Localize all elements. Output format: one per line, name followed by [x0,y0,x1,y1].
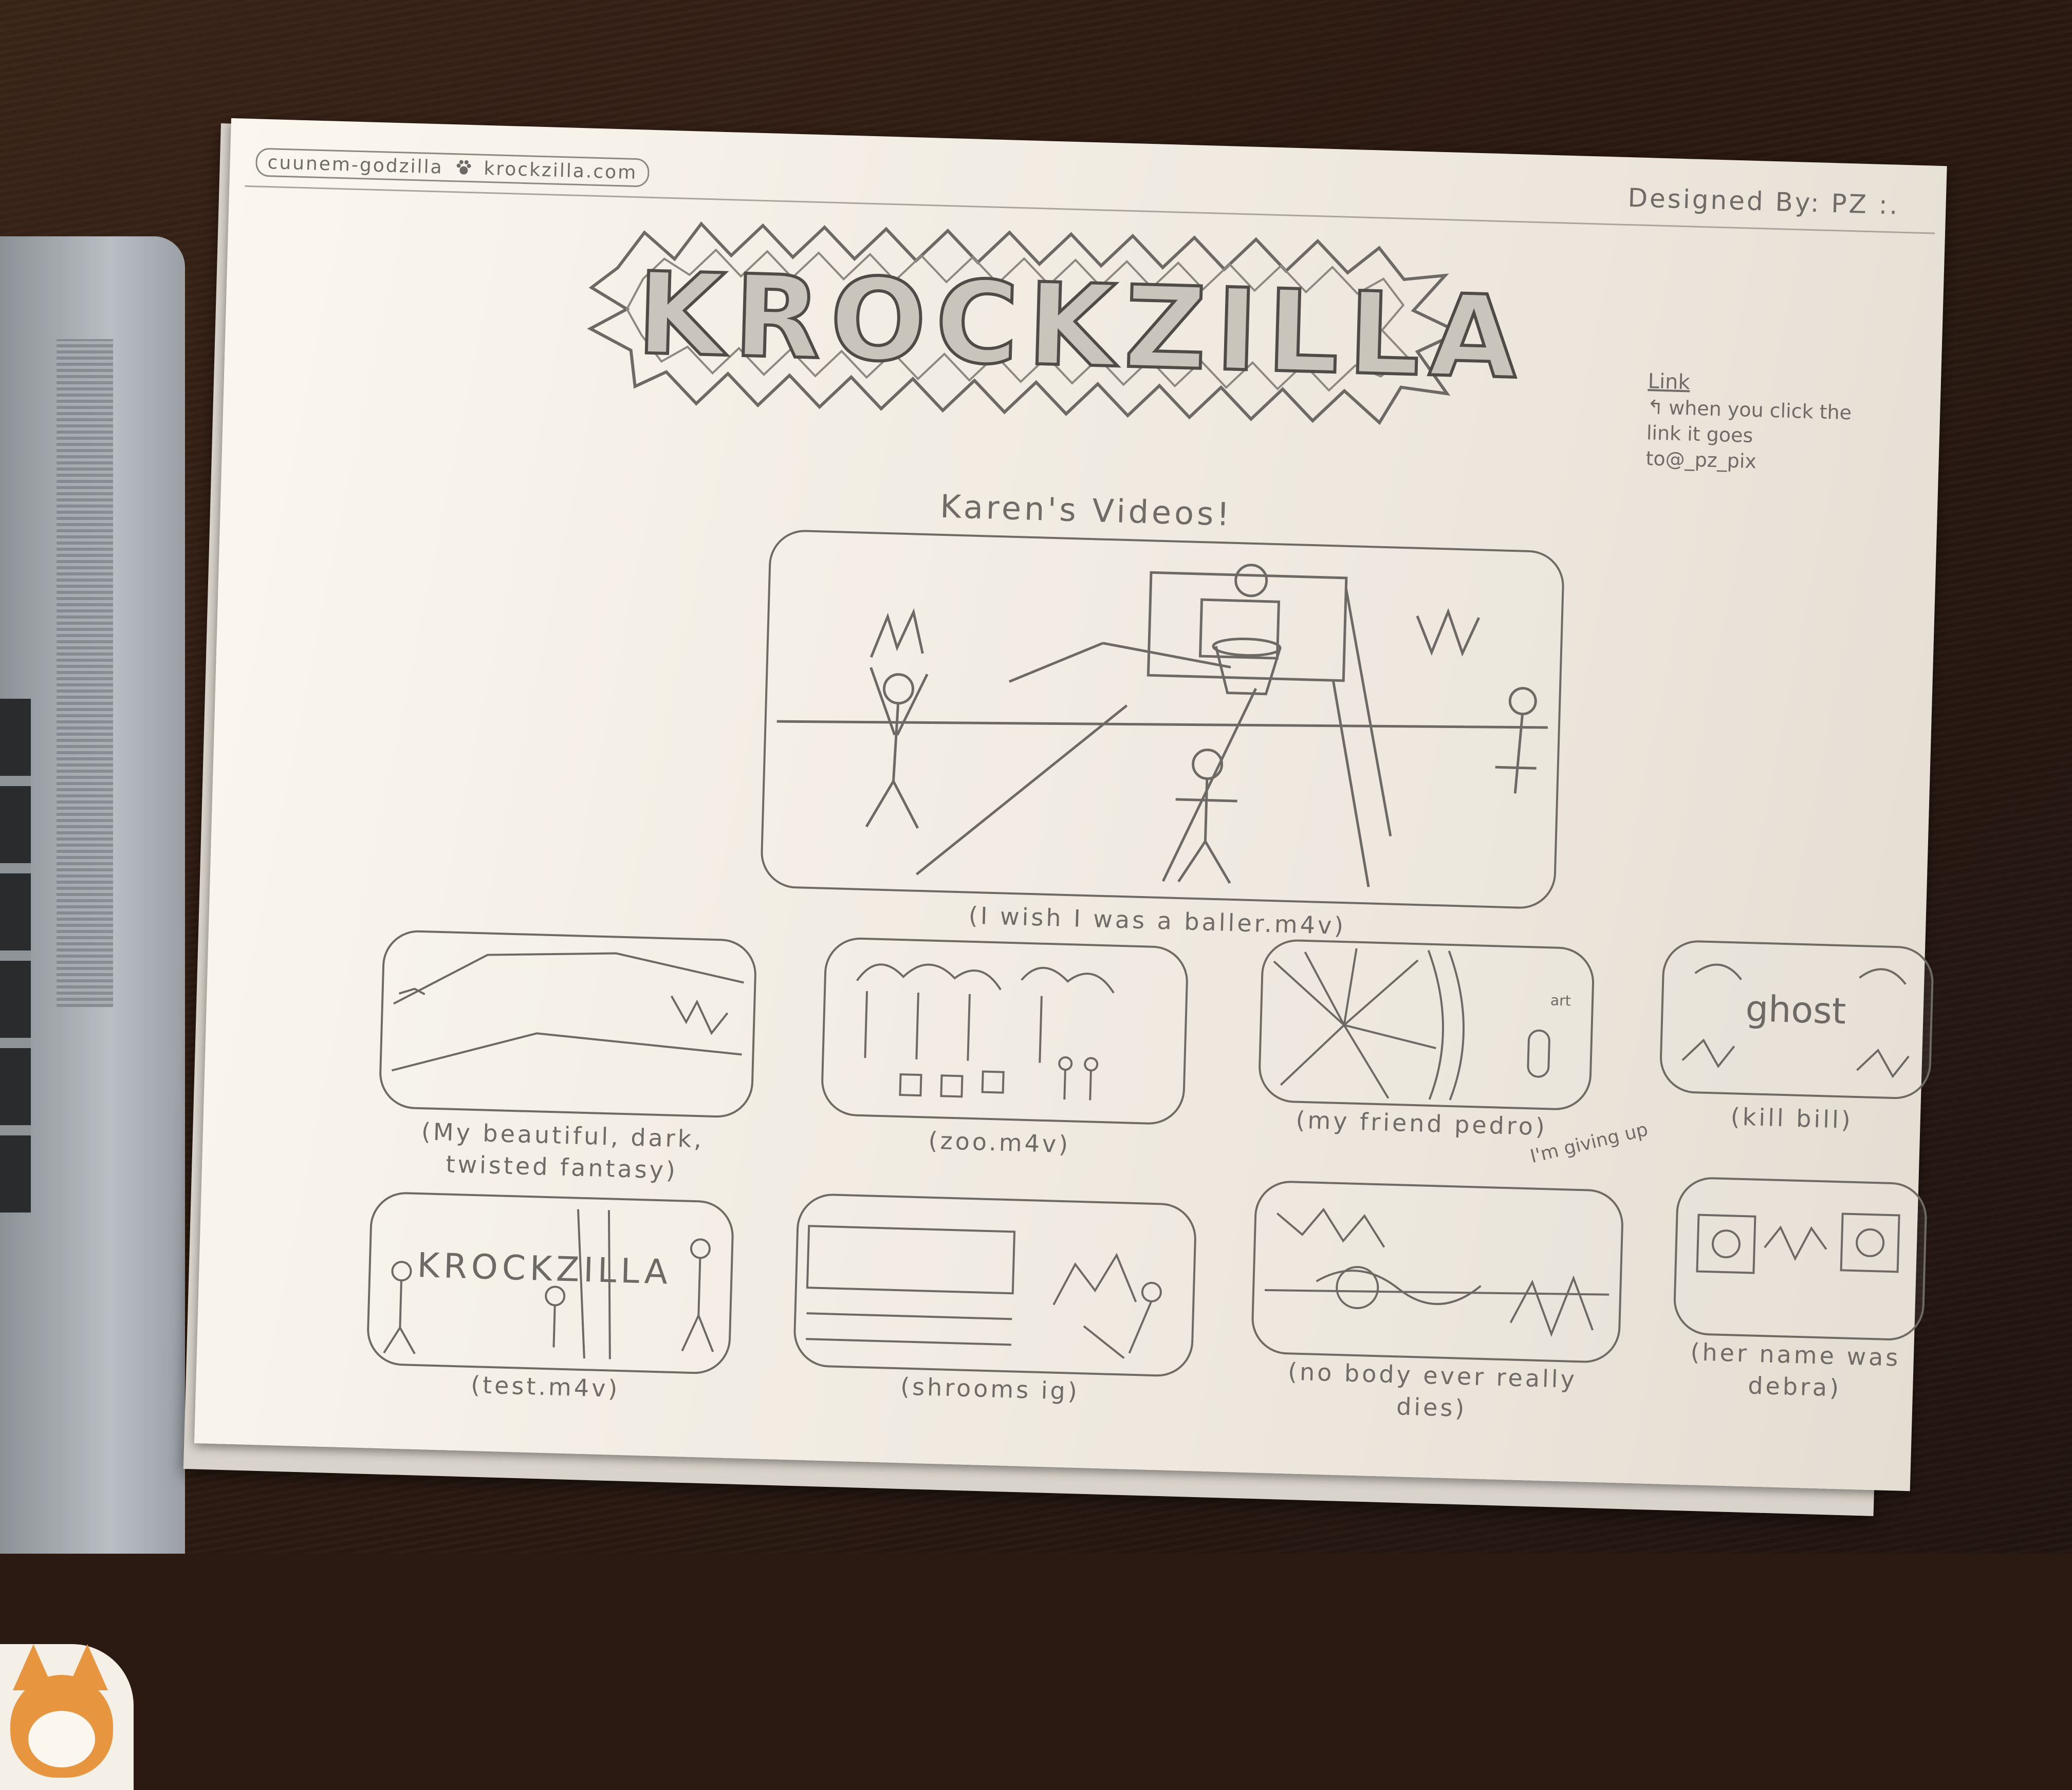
zoo-sketch [856,963,1115,1101]
link-note-text: when you click the link it goes to@_pz_p… [1645,396,1852,473]
ghost-sketch: ghost [1681,963,1910,1078]
photo-frames-sketch [1696,1213,1900,1274]
video-caption[interactable]: (zoo.m4v) [829,1122,1169,1163]
video-thumbnail[interactable] [792,1192,1197,1378]
video-caption[interactable]: (her name was debra) [1666,1335,1924,1406]
laptop [0,236,185,1790]
laptop-speaker-grille [57,339,113,1007]
site-logo[interactable]: KROCKZILLA [578,200,1529,445]
krockzilla-text-sketch: KROCKZILLA [383,1209,714,1359]
link-annotation: Link ↰ when you click the link it goes to… [1645,368,1864,477]
video-caption[interactable]: (My beautiful, dark, twisted fantasy) [372,1114,753,1188]
designed-by-text: Designed By: PZ :. [1627,182,1900,220]
abstract-scribble-sketch [1265,1207,1609,1337]
url-domain-text: krockzilla.com [483,158,638,184]
video-caption[interactable]: (kill bill) [1658,1098,1926,1138]
url-field[interactable]: cuunem-godzilla krockzilla.com [255,147,650,188]
paw-icon [456,160,471,175]
corgi-face-icon [28,1711,95,1767]
featured-video-thumbnail[interactable] [760,529,1565,910]
thumb-art-text: art [1550,992,1571,1009]
thumb-ghost-text: ghost [1745,987,1847,1032]
corgi-sticker [0,1644,134,1790]
thumb-krockzilla-text: KROCKZILLA [417,1245,672,1292]
arrow-up-icon: ↰ [1646,396,1664,419]
wheel-sketch: art [1273,948,1571,1101]
page-title: Karen's Videos! [939,487,1233,533]
video-thumbnail[interactable]: art [1257,938,1595,1111]
url-left-text: cuunem-godzilla [267,152,444,178]
laptop-keys [0,699,31,1213]
basketball-scene-sketch [776,564,1548,887]
logo-text: KROCKZILLA [634,246,1529,405]
video-thumbnail[interactable] [820,936,1189,1126]
wireframe-sketch-paper: cuunem-godzilla krockzilla.com Designed … [194,118,1947,1491]
video-thumbnail[interactable] [378,929,757,1119]
video-thumbnail[interactable] [1672,1176,1928,1341]
video-thumbnail[interactable]: KROCKZILLA [366,1191,735,1375]
video-thumbnail[interactable]: ghost [1659,939,1935,1101]
video-caption[interactable]: (no body ever really dies) [1249,1354,1615,1428]
video-thumbnail[interactable] [1250,1180,1624,1364]
shrooms-sketch [806,1225,1162,1359]
link-annotation-text: ↰ when you click the link it goes to@_pz_… [1645,394,1863,477]
landscape-sketch [391,952,744,1072]
